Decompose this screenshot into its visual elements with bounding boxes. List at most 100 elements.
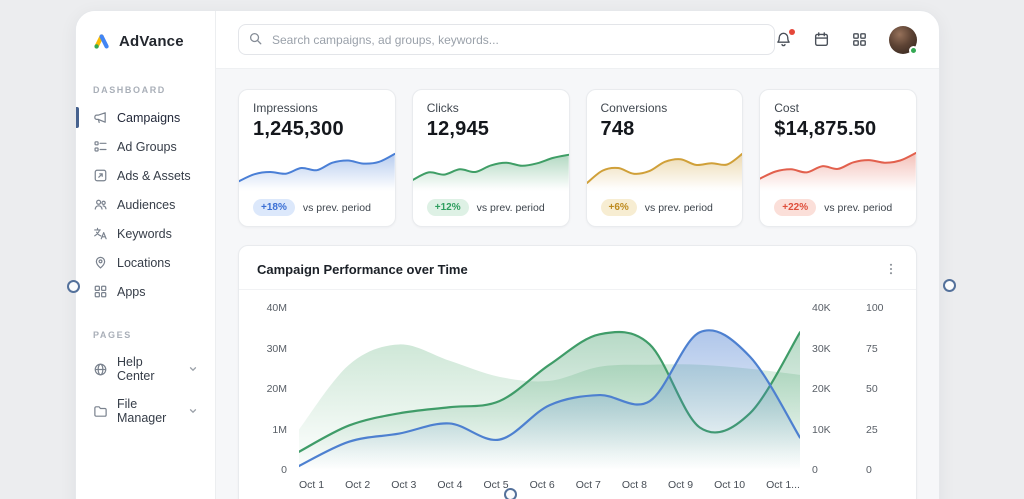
kebab-menu-icon[interactable]: [882, 260, 900, 278]
stat-value: $14,875.50: [774, 118, 877, 140]
edge-handle-bottom[interactable]: [504, 488, 517, 499]
sidebar-item-file-manager[interactable]: File Manager: [76, 390, 215, 432]
sidebar-item-label: Campaigns: [117, 110, 181, 125]
stat-footer: +6% vs prev. period: [600, 199, 729, 216]
sidebar-item-locations[interactable]: Locations: [76, 248, 215, 277]
comparison-note: vs prev. period: [302, 201, 371, 214]
sidebar-item-label: Keywords: [117, 226, 172, 241]
comparison-note: vs prev. period: [644, 201, 713, 214]
x-tick: Oct 1: [299, 479, 325, 491]
axis-tick: 40M: [266, 302, 287, 314]
sidebar-item-campaigns[interactable]: Campaigns: [76, 103, 215, 132]
stats-row: Impressions 1,245,300 +18% vs prev. peri…: [238, 89, 917, 227]
chart-title: Campaign Performance over Time: [257, 261, 468, 277]
axis-tick: 10K: [812, 423, 831, 436]
edge-handle-right[interactable]: [943, 279, 956, 292]
stat-label: Conversions: [600, 101, 668, 115]
x-tick: Oct 4: [437, 479, 463, 491]
sidebar-item-help-center[interactable]: Help Center: [76, 348, 215, 390]
sidebar-item-ad-groups[interactable]: Ad Groups: [76, 132, 215, 161]
sidebar-item-label: File Manager: [117, 397, 167, 425]
search-input[interactable]: [238, 24, 775, 55]
ad-groups-icon: [93, 139, 108, 154]
stat-footer: +22% vs prev. period: [774, 199, 902, 216]
online-status-dot: [909, 45, 918, 55]
cost-sparkline: [760, 146, 916, 192]
stat-card-impressions[interactable]: Impressions 1,245,300 +18% vs prev. peri…: [238, 89, 396, 227]
sidebar-item-apps[interactable]: Apps: [76, 277, 215, 306]
stat-footer: +18% vs prev. period: [253, 199, 381, 216]
chevron-down-icon: [188, 406, 198, 416]
axis-tick: 50: [866, 383, 878, 395]
notification-dot: [789, 29, 795, 35]
search-box: [238, 24, 775, 55]
x-tick: Oct 10: [714, 479, 746, 491]
axis-tick: 0: [812, 464, 818, 476]
axis-tick: 25: [866, 423, 878, 436]
stat-label: Clicks: [426, 101, 459, 115]
megaphone-icon: [93, 110, 108, 125]
bell-icon[interactable]: [775, 29, 795, 48]
stat-value: 12,945: [426, 118, 490, 140]
sidebar: AdVance DASHBOARD Campaigns Ad Groups Ad…: [76, 11, 216, 499]
section-label-pages: PAGES: [93, 330, 132, 340]
stat-card-conversions[interactable]: Conversions 748 +6% vs prev. period: [585, 89, 744, 227]
search-icon: [248, 31, 263, 51]
axis-tick: 30K: [812, 342, 831, 355]
sidebar-item-audiences[interactable]: Audiences: [76, 190, 215, 219]
x-tick: Oct 2: [345, 479, 371, 491]
apps-grid-icon[interactable]: [851, 31, 868, 48]
axis-tick: 20M: [266, 383, 287, 395]
sidebar-item-label: Ad Groups: [117, 139, 177, 154]
topbar-icons: [775, 25, 918, 55]
x-tick: Oct 6: [529, 479, 555, 491]
apps-grid-icon: [93, 284, 108, 299]
axis-tick: 75: [866, 342, 878, 355]
sidebar-item-label: Audiences: [117, 197, 176, 212]
chart-header: Campaign Performance over Time: [239, 246, 916, 290]
app-name: AdVance: [119, 32, 184, 50]
x-tick: Oct 1...: [766, 479, 800, 491]
comparison-note: vs prev. period: [476, 201, 545, 214]
axis-tick: 0: [281, 464, 287, 476]
edge-handle-left[interactable]: [67, 280, 80, 293]
sidebar-item-label: Apps: [117, 284, 146, 299]
sidebar-item-ads-assets[interactable]: Ads & Assets: [76, 161, 215, 190]
right-y-axis-percent: 100 75 50 25 0: [866, 302, 898, 476]
clicks-sparkline: [412, 146, 569, 192]
dashboard-content: Impressions 1,245,300 +18% vs prev. peri…: [216, 68, 939, 499]
app-logo[interactable]: AdVance: [76, 11, 215, 75]
change-badge: +22%: [774, 199, 817, 216]
screenshot-stage: AdVance DASHBOARD Campaigns Ad Groups Ad…: [0, 0, 1024, 499]
axis-tick: 30M: [266, 342, 287, 355]
globe-icon: [93, 362, 108, 377]
advance-logo-icon: [92, 31, 112, 51]
sidebar-item-keywords[interactable]: Keywords: [76, 219, 215, 248]
comparison-note: vs prev. period: [824, 201, 893, 214]
x-tick: Oct 3: [391, 479, 417, 491]
keywords-icon: [93, 226, 108, 241]
sidebar-item-label: Ads & Assets: [117, 168, 191, 183]
stat-footer: +12% vs prev. period: [426, 199, 555, 216]
topbar: [216, 11, 939, 68]
x-tick: Oct 9: [668, 479, 694, 491]
calendar-icon[interactable]: [813, 31, 830, 48]
chart-body: 40M 30M 20M 1M 0 40K 30K 20K 10K 0 100 7…: [239, 290, 916, 499]
avatar[interactable]: [889, 25, 918, 55]
app-window: AdVance DASHBOARD Campaigns Ad Groups Ad…: [75, 10, 940, 499]
sidebar-item-label: Locations: [117, 255, 171, 270]
change-badge: +18%: [253, 199, 295, 216]
performance-chart-card: Campaign Performance over Time 40M 30M 2…: [238, 245, 917, 499]
axis-tick: 0: [866, 464, 872, 476]
ads-assets-icon: [93, 168, 108, 183]
stat-label: Cost: [774, 101, 799, 115]
x-axis-labels: Oct 1 Oct 2 Oct 3 Oct 4 Oct 5 Oct 6 Oct …: [299, 470, 800, 499]
impressions-sparkline: [239, 146, 395, 192]
axis-tick: 20K: [812, 383, 831, 395]
stat-card-clicks[interactable]: Clicks 12,945 +12% vs prev. period: [411, 89, 570, 227]
conversions-sparkline: [586, 146, 743, 192]
stat-value: 748: [600, 118, 635, 140]
right-y-axis-thousands: 40K 30K 20K 10K 0: [812, 302, 854, 476]
stat-card-cost[interactable]: Cost $14,875.50 +22% vs prev. period: [759, 89, 917, 227]
x-tick: Oct 8: [621, 479, 647, 491]
